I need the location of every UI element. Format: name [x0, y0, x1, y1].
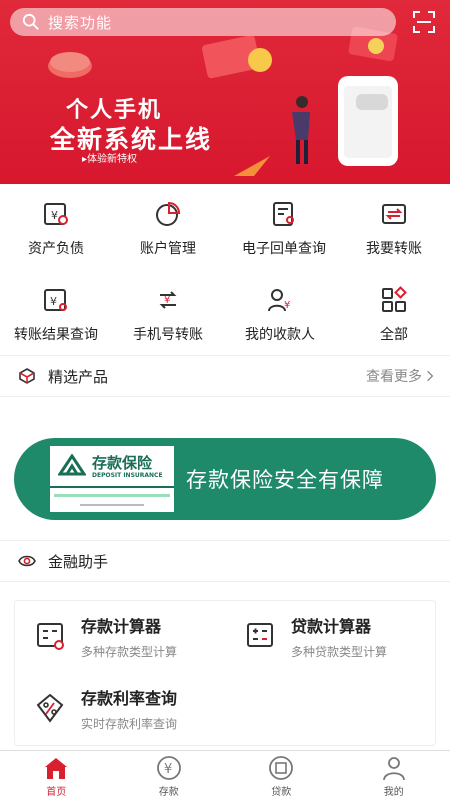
search-placeholder: 搜索功能: [48, 13, 113, 32]
transfer-icon: [382, 204, 406, 224]
insurance-card-band: [50, 486, 174, 488]
cube-icon: [19, 368, 35, 384]
action-transfer[interactable]: 我要转账: [338, 188, 450, 268]
asset-liability-icon: ¥: [44, 203, 68, 225]
phone-illustration-icon: [292, 76, 398, 166]
promo-banner[interactable]: 搜索功能 个人手机 全新系统上线 ▸体验新特权: [0, 0, 450, 184]
tab-label: 我的: [383, 787, 404, 798]
featured-products-header: 精选产品 查看更多: [0, 356, 450, 396]
insurance-card-fine-print: [80, 504, 144, 506]
insurance-card: 存款保险 DEPOSIT INSURANCE: [50, 446, 174, 512]
transfer-result-icon: ¥: [44, 289, 67, 311]
loan-calculator-tool[interactable]: 贷款计算器 多种贷款类型计算: [245, 613, 387, 660]
eye-icon: [18, 555, 36, 567]
action-label: 全部: [380, 327, 408, 343]
phone-transfer-icon: ¥: [159, 291, 177, 309]
section-title: 金融助手: [48, 552, 109, 571]
calculator-icon: [37, 623, 64, 650]
tool-subtitle: 多种存款类型计算: [81, 645, 178, 659]
divider: [0, 581, 450, 582]
pie-chart-icon: [156, 201, 181, 226]
svg-text:¥: ¥: [284, 300, 290, 311]
tool-subtitle: 实时存款利率查询: [81, 717, 178, 731]
deposit-calculator-tool[interactable]: 存款计算器 多种存款类型计算: [35, 613, 177, 660]
quick-actions-grid: ¥ 资产负债 账户管理 电子回单查询 我要转账 ¥ 转账结果查询 ¥ 手机号转账…: [0, 188, 450, 354]
tool-title: 存款计算器: [81, 617, 162, 636]
view-more-label: 查看更多: [366, 369, 422, 385]
tool-title: 存款利率查询: [81, 689, 178, 708]
all-apps-icon: [382, 286, 407, 312]
action-all[interactable]: 全部: [338, 274, 450, 354]
insurance-card-title: 存款保险: [92, 454, 153, 472]
tab-label: 贷款: [271, 787, 292, 798]
percent-icon: [36, 693, 64, 723]
insurance-card-fine-print: [54, 494, 170, 497]
insurance-card-subtitle: DEPOSIT INSURANCE: [92, 472, 163, 479]
action-label: 电子回单查询: [242, 241, 326, 257]
section-title: 精选产品: [48, 367, 109, 386]
banner-tag: ▸体验新特权: [82, 154, 138, 165]
view-more-link[interactable]: 查看更多: [366, 366, 434, 386]
search-icon: [22, 13, 39, 30]
payee-icon: ¥: [268, 289, 290, 312]
deposit-insurance-banner[interactable]: 存款保险 DEPOSIT INSURANCE 存款保险安全有保障: [14, 438, 436, 520]
tab-label: 存款: [158, 787, 179, 798]
svg-text:¥: ¥: [50, 295, 57, 308]
tool-title: 贷款计算器: [291, 617, 372, 636]
divider: [0, 396, 450, 397]
receipt-search-icon: [273, 202, 294, 226]
action-label: 我的收款人: [245, 327, 315, 343]
financial-tools-panel: 存款计算器 多种存款类型计算 贷款计算器 多种贷款类型计算 存款利率查询 实时存…: [14, 600, 436, 746]
tab-label: 首页: [46, 787, 67, 798]
action-label: 转账结果查询: [14, 327, 98, 343]
action-label: 手机号转账: [133, 327, 203, 343]
paper-plane-icon: [234, 156, 270, 176]
scan-icon[interactable]: [412, 10, 436, 34]
app-page: 搜索功能 个人手机 全新系统上线 ▸体验新特权 ¥ 资产负债 账户管理 电子回单…: [0, 0, 450, 800]
search-bar[interactable]: 搜索功能: [10, 8, 396, 36]
calculator-icon: [247, 623, 273, 647]
financial-assistant-header: 金融助手: [0, 541, 450, 581]
deposit-rate-query-tool[interactable]: 存款利率查询 实时存款利率查询: [35, 685, 177, 732]
tool-subtitle: 多种贷款类型计算: [291, 645, 388, 659]
svg-text:¥: ¥: [164, 762, 172, 777]
action-label: 资产负债: [28, 241, 84, 257]
action-account-management[interactable]: 账户管理: [112, 188, 224, 268]
tab-mine[interactable]: 我的: [338, 751, 450, 800]
action-my-payees[interactable]: ¥ 我的收款人: [224, 274, 336, 354]
chevron-right-icon: [427, 370, 434, 382]
bottom-tab-bar: 首页 ¥ 存款 贷款 我的: [0, 750, 450, 800]
home-icon: [45, 758, 68, 779]
tab-home[interactable]: 首页: [0, 751, 113, 800]
svg-text:¥: ¥: [164, 295, 170, 306]
coin-icon: [48, 52, 92, 78]
yuan-circle-icon: ¥: [156, 756, 181, 780]
action-label: 我要转账: [366, 241, 422, 257]
svg-text:¥: ¥: [51, 209, 58, 222]
insurance-logo-icon: [58, 454, 86, 476]
action-receipt-query[interactable]: 电子回单查询: [224, 188, 344, 268]
action-transfer-result[interactable]: ¥ 转账结果查询: [0, 274, 112, 354]
loan-circle-icon: [269, 756, 294, 780]
action-phone-transfer[interactable]: ¥ 手机号转账: [112, 274, 224, 354]
action-asset-liability[interactable]: ¥ 资产负债: [0, 188, 112, 268]
user-icon: [382, 757, 405, 781]
tab-loan[interactable]: 贷款: [225, 751, 338, 800]
tab-deposit[interactable]: ¥ 存款: [113, 751, 226, 800]
action-label: 账户管理: [140, 241, 196, 257]
insurance-slogan: 存款保险安全有保障: [186, 468, 384, 492]
